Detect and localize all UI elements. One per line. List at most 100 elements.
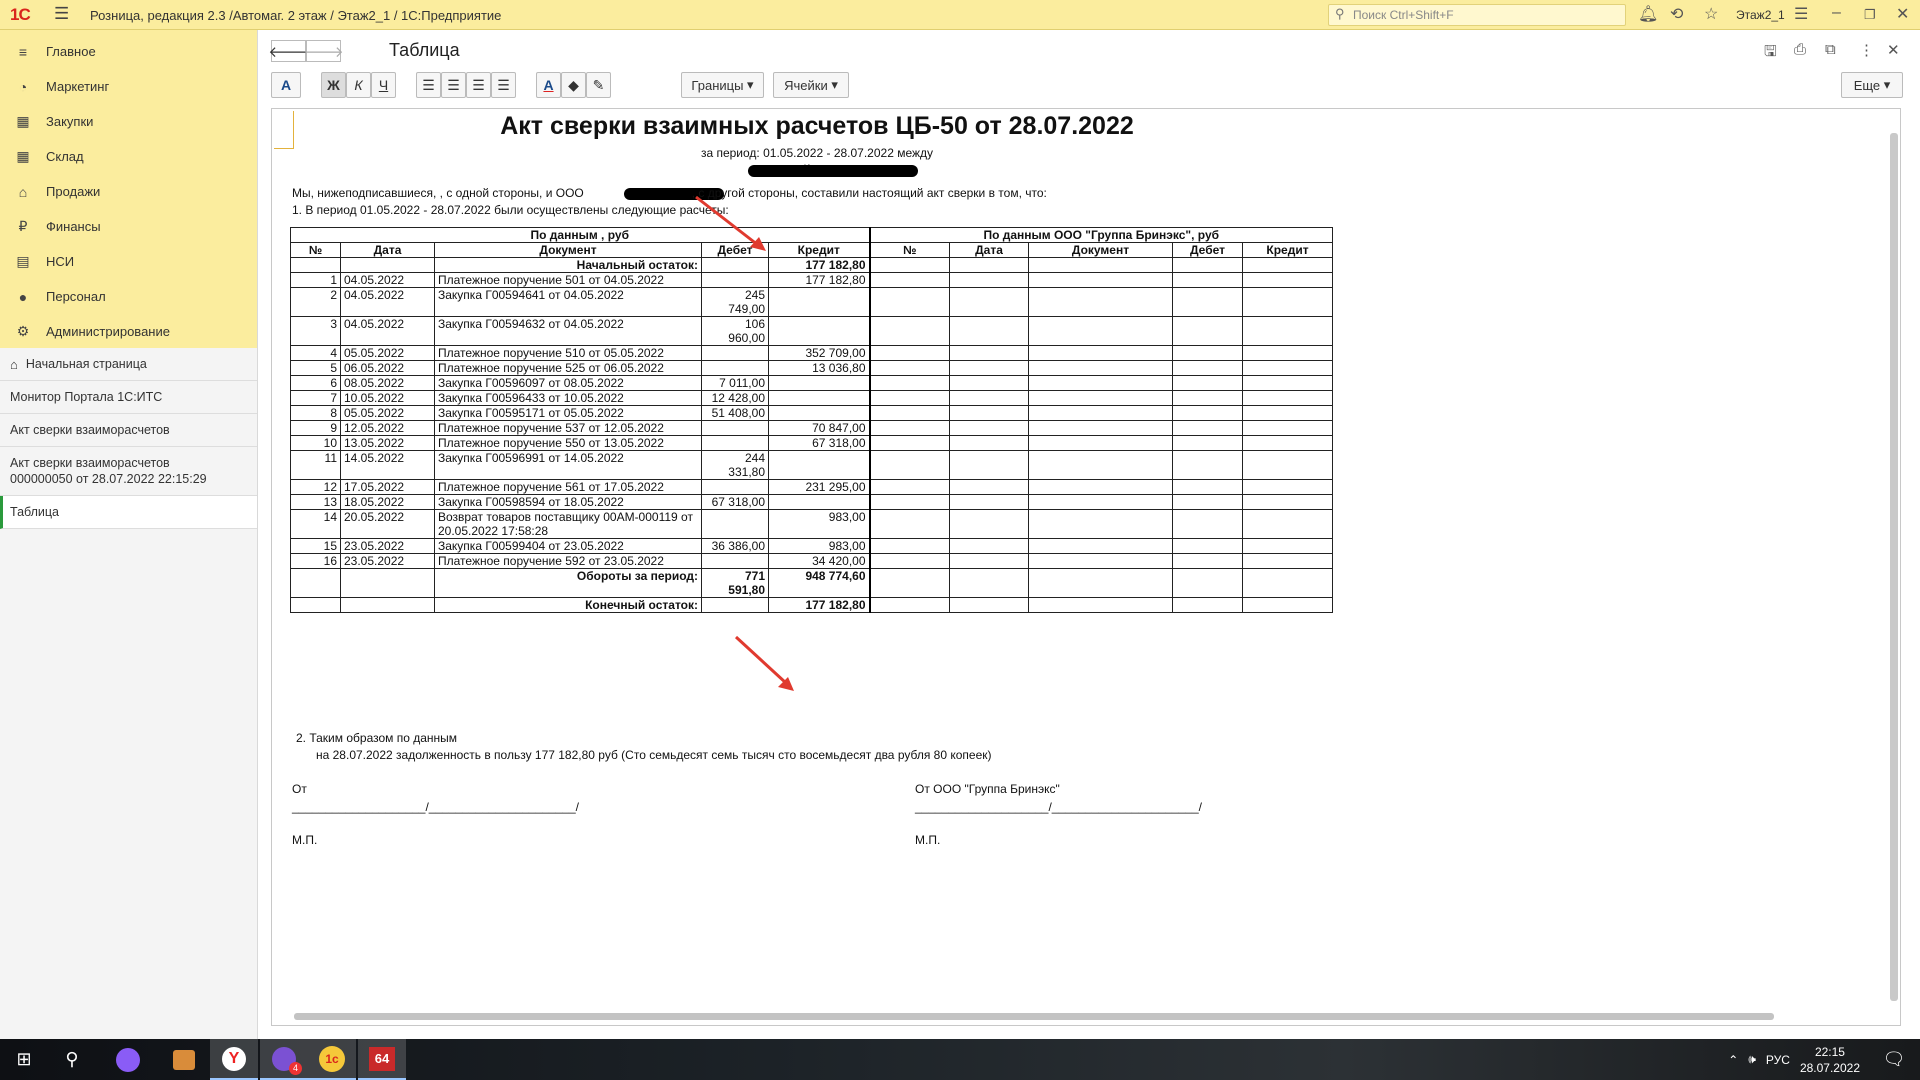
turnover-row: Обороты за период: 771 591,80 948 774,60: [290, 568, 1333, 598]
table-row: 9 12.05.2022 Платежное поручение 537 от 12…: [290, 420, 1333, 436]
clock-time: 22:15: [1814, 1044, 1845, 1059]
sections-panel: ≡ Главное ◔ Маркетинг ▦ Закупки ▦ Склад ⌂ Про…: [0, 30, 257, 348]
marker-button[interactable]: ✎: [586, 72, 611, 98]
taskbar-app-yandex[interactable]: Y: [210, 1039, 258, 1080]
language-indicator[interactable]: РУС: [1766, 1053, 1790, 1067]
bold-button[interactable]: Ж: [321, 72, 346, 98]
start-button[interactable]: ⊞: [0, 1039, 48, 1080]
taskbar-search-button[interactable]: ⚲: [48, 1039, 96, 1080]
menu-icon[interactable]: ☰: [54, 4, 69, 24]
open-window-home[interactable]: ⌂ Начальная страница: [0, 348, 257, 381]
cell: [868, 316, 950, 346]
app-logo[interactable]: 1С: [10, 5, 31, 25]
open-window-table[interactable]: Таблица: [0, 496, 257, 529]
open-window-reconciliation-doc[interactable]: Акт сверки взаиморасчетов 000000050 от 28…: [0, 447, 257, 496]
font-button[interactable]: A: [271, 72, 301, 98]
italic-button[interactable]: К: [346, 72, 371, 98]
volume-icon[interactable]: 🕪: [1748, 1052, 1756, 1067]
cell: [1028, 287, 1173, 317]
align-justify-button[interactable]: ☰: [491, 72, 516, 98]
back-button[interactable]: 🡐: [268, 40, 309, 62]
forward-button[interactable]: 🡒: [303, 40, 344, 62]
row-debit: 245 749,00: [701, 287, 769, 317]
basket-icon: ⌂: [18, 183, 28, 200]
cell: [1172, 568, 1243, 598]
open-window-label: Акт сверки взаиморасчетов: [10, 456, 170, 470]
row-credit: 352 709,00: [768, 345, 870, 361]
vertical-scroll-thumb[interactable]: [1890, 133, 1898, 1001]
history-icon[interactable]: ⟲: [1670, 4, 1683, 24]
cell: [1172, 538, 1243, 554]
taskbar-app-64[interactable]: 64: [358, 1039, 406, 1080]
section-admin[interactable]: ⚙ Администрирование: [0, 314, 257, 349]
close-doc-icon[interactable]: ✕: [1887, 41, 1900, 59]
search-input[interactable]: ⚲ Поиск Ctrl+Shift+F: [1328, 4, 1626, 26]
chevron-down-icon: ▾: [831, 77, 838, 92]
fill-color-button[interactable]: ◆: [561, 72, 586, 98]
row-date: 05.05.2022: [340, 405, 435, 421]
section-main[interactable]: ≡ Главное: [0, 34, 257, 69]
align-right-button[interactable]: ☰: [466, 72, 491, 98]
preview-icon[interactable]: ⧉: [1825, 41, 1836, 58]
cell: [949, 568, 1029, 598]
row-number: 10: [290, 435, 341, 451]
text-color-button[interactable]: A: [536, 72, 561, 98]
spreadsheet-document[interactable]: Акт сверки взаимных расчетов ЦБ-50 от 28…: [271, 108, 1901, 1026]
more-dropdown[interactable]: Еще ▾: [1841, 72, 1903, 98]
red-arrow-annotation: [734, 635, 794, 691]
more-vert-icon[interactable]: ⋮: [1859, 41, 1874, 59]
restore-icon[interactable]: ❐: [1864, 7, 1876, 23]
notification-badge: 4: [289, 1061, 302, 1075]
row-debit: [701, 272, 769, 288]
section-warehouse[interactable]: ▦ Склад: [0, 139, 257, 174]
cell: [1242, 494, 1333, 510]
opening-credit: 177 182,80: [768, 257, 870, 273]
taskbar-app-1c[interactable]: 1с: [308, 1039, 356, 1080]
row-document: Возврат товаров поставщику 00АМ-000119 о…: [434, 509, 702, 539]
cell: [1172, 420, 1243, 436]
open-window-its-monitor[interactable]: Монитор Портала 1С:ИТС: [0, 381, 257, 414]
table-row: 15 23.05.2022 Закупка Г00599404 от 23.05.2…: [290, 538, 1333, 554]
settings-menu-icon[interactable]: ☰: [1794, 4, 1808, 24]
align-left-button[interactable]: ☰: [416, 72, 441, 98]
cells-dropdown[interactable]: Ячейки ▾: [773, 72, 849, 98]
section-finance[interactable]: ₽ Финансы: [0, 209, 257, 244]
row-number: 7: [290, 390, 341, 406]
print-icon[interactable]: ⎙: [1794, 41, 1806, 58]
star-icon[interactable]: ☆: [1704, 4, 1718, 24]
close-icon[interactable]: ✕: [1896, 4, 1909, 24]
section-marketing[interactable]: ◔ Маркетинг: [0, 69, 257, 104]
cells-label: Ячейки: [784, 77, 828, 93]
save-icon[interactable]: 🖫: [1764, 41, 1777, 66]
taskbar-app-alice[interactable]: [104, 1039, 152, 1080]
row-number: 13: [290, 494, 341, 510]
section-sales[interactable]: ⌂ Продажи: [0, 174, 257, 209]
open-window-reconciliation-list[interactable]: Акт сверки взаиморасчетов: [0, 414, 257, 447]
align-center-button[interactable]: ☰: [441, 72, 466, 98]
closing-balance-row: Конечный остаток: 177 182,80: [290, 597, 1333, 613]
section-purchases[interactable]: ▦ Закупки: [0, 104, 257, 139]
bell-icon[interactable]: 🔔︎: [1638, 4, 1658, 24]
section-nsi[interactable]: ▤ НСИ: [0, 244, 257, 279]
document-title: Акт сверки взаимных расчетов ЦБ-50 от 28…: [500, 112, 1134, 140]
cell: [1028, 553, 1173, 569]
table-row: 11 14.05.2022 Закупка Г00596991 от 14.05.2…: [290, 450, 1333, 480]
horizontal-scroll-thumb[interactable]: [294, 1013, 1774, 1020]
section-staff[interactable]: ● Персонал: [0, 279, 257, 314]
cell: [949, 553, 1029, 569]
user-name[interactable]: Этаж2_1: [1736, 8, 1785, 22]
cell: [1028, 316, 1173, 346]
clock[interactable]: 22:15 28.07.2022: [1800, 1044, 1860, 1076]
cell: [1028, 597, 1173, 613]
app-title: Розница, редакция 2.3 /Автомаг. 2 этаж /…: [90, 8, 502, 23]
minimize-icon[interactable]: –: [1832, 4, 1841, 22]
taskbar-app-media[interactable]: [160, 1039, 208, 1080]
tray-chevron-icon[interactable]: ⌃: [1728, 1053, 1738, 1067]
row-date: 12.05.2022: [340, 420, 435, 436]
cell: [868, 435, 950, 451]
notifications-button[interactable]: 🗨︎: [1870, 1039, 1918, 1080]
cell: [1028, 257, 1173, 273]
underline-button[interactable]: Ч: [371, 72, 396, 98]
taskbar-app-viber[interactable]: 4: [260, 1039, 308, 1080]
borders-dropdown[interactable]: Границы ▾: [681, 72, 764, 98]
